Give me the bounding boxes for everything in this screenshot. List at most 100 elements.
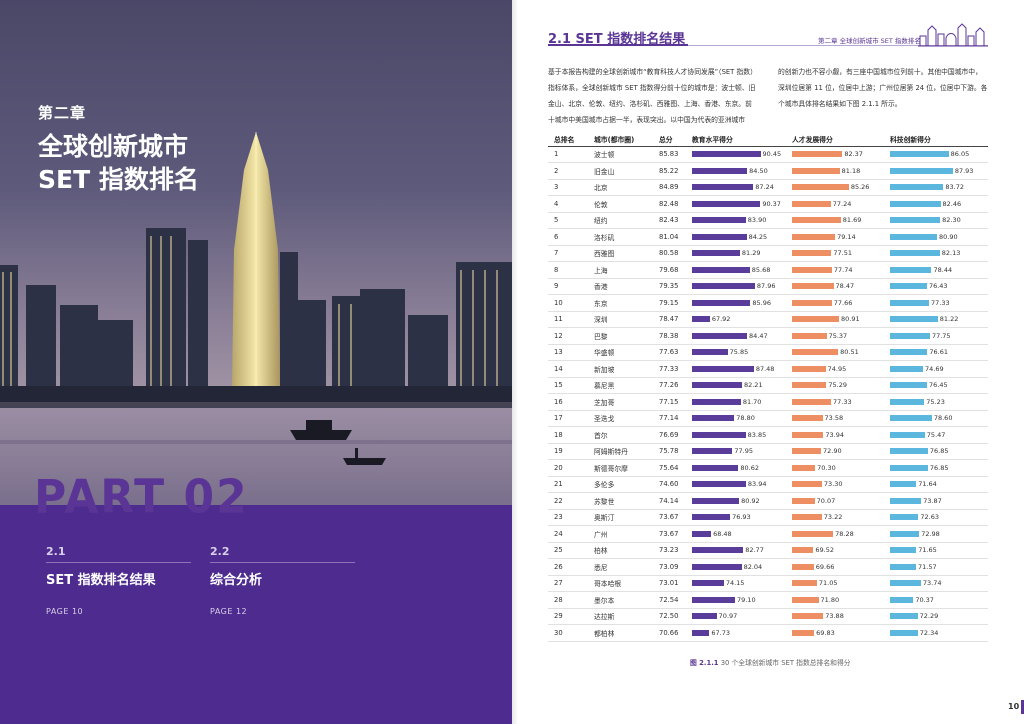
education-bar <box>692 349 728 356</box>
cell-total: 73.01 <box>653 575 686 592</box>
talent-value: 75.37 <box>828 331 848 340</box>
cell-talent: 69.52 <box>786 542 884 559</box>
technology-bar <box>890 151 949 158</box>
table-row: 27 哥本哈根 73.01 74.15 71.05 73.74 <box>548 575 988 592</box>
table-row: 6 洛杉矶 81.04 84.25 79.14 80.90 <box>548 228 988 246</box>
cell-technology: 76.85 <box>884 443 988 460</box>
cell-education: 80.92 <box>686 492 786 510</box>
cell-total: 70.66 <box>653 624 686 642</box>
cell-total: 84.89 <box>653 179 686 196</box>
education-value: 84.47 <box>749 331 768 340</box>
technology-bar <box>890 415 932 422</box>
table-row: 12 巴黎 78.38 84.47 75.37 77.75 <box>548 327 988 345</box>
figure-number: 图 2.1.1 <box>690 659 719 667</box>
cell-talent: 78.47 <box>786 278 884 295</box>
cell-city: 首尔 <box>588 426 653 444</box>
education-bar <box>692 217 746 224</box>
education-bar <box>692 514 731 521</box>
cell-rank: 15 <box>548 377 588 394</box>
table-row: 26 悉尼 73.09 82.04 69.66 71.57 <box>548 558 988 576</box>
table-row: 11 深圳 78.47 67.92 80.91 81.22 <box>548 311 988 328</box>
cell-city: 奥斯汀 <box>588 509 653 526</box>
education-value: 76.93 <box>732 513 751 522</box>
talent-value: 79.14 <box>837 232 856 241</box>
technology-bar <box>890 365 924 372</box>
technology-bar <box>890 530 920 537</box>
cell-talent: 77.24 <box>786 195 884 213</box>
cell-education: 78.80 <box>686 410 786 427</box>
education-value: 70.97 <box>718 612 738 621</box>
cell-technology: 80.90 <box>884 228 988 246</box>
talent-bar <box>792 349 839 356</box>
table-row: 25 柏林 73.23 82.77 69.52 71.65 <box>548 542 988 559</box>
technology-value: 75.23 <box>926 397 945 406</box>
education-value: 68.48 <box>713 529 732 538</box>
talent-bar <box>792 250 832 257</box>
talent-value: 69.66 <box>815 562 835 571</box>
table-row: 10 东京 79.15 85.96 77.66 77.33 <box>548 294 988 312</box>
technology-value: 77.33 <box>930 298 950 307</box>
education-bar <box>692 299 751 306</box>
talent-bar <box>792 299 832 306</box>
cell-rank: 20 <box>548 459 588 477</box>
technology-bar <box>890 233 938 240</box>
section-rule-accent <box>548 44 688 46</box>
talent-bar <box>792 167 840 174</box>
cell-total: 73.67 <box>653 509 686 526</box>
header-total: 总分 <box>653 132 686 147</box>
cell-total: 75.78 <box>653 443 686 460</box>
talent-value: 78.28 <box>835 529 854 538</box>
cell-rank: 2 <box>548 162 588 180</box>
cell-rank: 11 <box>548 311 588 328</box>
cell-rank: 10 <box>548 294 588 312</box>
cell-talent: 77.66 <box>786 294 884 312</box>
table-row: 13 华盛顿 77.63 75.85 80.51 76.61 <box>548 344 988 361</box>
figure-caption-text: 30 个全球创新城市 SET 指数总排名和得分 <box>720 659 851 667</box>
technology-value: 74.69 <box>925 364 944 373</box>
header-technology: 科技创新得分 <box>884 132 988 147</box>
talent-bar <box>792 398 831 405</box>
cell-total: 79.68 <box>653 261 686 279</box>
talent-bar <box>792 547 814 554</box>
cell-technology: 82.30 <box>884 212 988 229</box>
cell-city: 都柏林 <box>588 624 653 642</box>
talent-value: 74.95 <box>827 364 847 373</box>
talent-bar <box>792 415 823 422</box>
technology-bar <box>890 167 953 174</box>
toc-item-2-2[interactable]: 2.2 综合分析 PAGE 12 <box>210 545 355 616</box>
talent-bar <box>792 266 832 273</box>
education-bar <box>692 497 740 504</box>
technology-bar <box>890 629 918 636</box>
cell-city: 阿姆斯特丹 <box>588 443 653 460</box>
technology-bar <box>890 398 925 405</box>
cell-education: 67.92 <box>686 311 786 328</box>
table-row: 28 墨尔本 72.54 79.10 71.80 70.37 <box>548 591 988 609</box>
talent-bar <box>792 563 814 570</box>
table-row: 16 芝加哥 77.15 81.70 77.33 75.23 <box>548 393 988 411</box>
cell-talent: 78.28 <box>786 525 884 543</box>
technology-value: 71.64 <box>918 480 937 489</box>
cell-rank: 23 <box>548 509 588 526</box>
technology-value: 76.45 <box>929 381 948 390</box>
table-row: 4 伦敦 82.48 90.37 77.24 82.46 <box>548 195 988 213</box>
talent-bar <box>792 629 815 636</box>
technology-value: 72.34 <box>919 628 939 637</box>
technology-bar <box>890 481 917 488</box>
talent-bar <box>792 151 843 158</box>
technology-value: 80.90 <box>939 232 958 241</box>
education-value: 79.10 <box>736 595 756 604</box>
table-row: 21 多伦多 74.60 83.94 73.30 71.64 <box>548 476 988 493</box>
education-value: 90.45 <box>762 150 782 159</box>
toc-item-2-1[interactable]: 2.1 SET 指数排名结果 PAGE 10 <box>46 545 191 616</box>
cell-rank: 4 <box>548 195 588 213</box>
city-skyline-illustration <box>0 0 512 505</box>
technology-value: 72.29 <box>919 612 939 621</box>
education-value: 82.21 <box>743 381 763 390</box>
technology-bar <box>890 580 921 587</box>
table-row: 22 苏黎世 74.14 80.92 70.07 73.87 <box>548 492 988 510</box>
education-bar <box>692 431 746 438</box>
cell-city: 斯德哥尔摩 <box>588 459 653 477</box>
education-value: 87.24 <box>755 183 774 192</box>
education-value: 82.04 <box>743 562 763 571</box>
talent-bar <box>792 580 817 587</box>
